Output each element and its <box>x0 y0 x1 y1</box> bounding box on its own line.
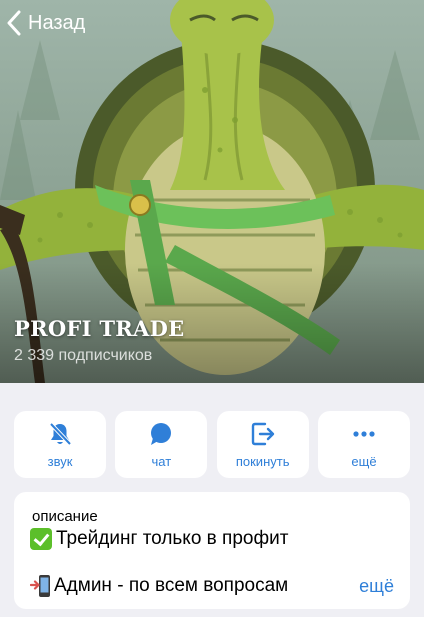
leave-icon <box>251 422 274 445</box>
leave-label: покинуть <box>235 453 290 469</box>
chat-label: чат <box>151 453 172 469</box>
description-card: описание Трейдинг только в профит Админ … <box>14 492 410 609</box>
bell-slash-icon <box>49 422 72 445</box>
more-label: ещё <box>351 453 377 469</box>
check-mark-icon <box>30 528 52 550</box>
more-button[interactable]: ещё <box>317 411 410 478</box>
subscriber-count: 2 339 подписчиков <box>14 347 153 364</box>
chat-button[interactable]: чат <box>115 411 208 478</box>
description-caption: описание <box>32 508 98 525</box>
back-label: Назад <box>28 11 86 34</box>
chat-bubble-icon <box>151 422 172 445</box>
description-line-2: Админ - по всем вопросам <box>30 574 288 598</box>
description-line-1: Трейдинг только в профит <box>30 528 288 550</box>
mute-button[interactable]: звук <box>14 411 106 478</box>
more-dots-icon <box>353 430 375 437</box>
description-line-1-text: Трейдинг только в профит <box>56 528 289 549</box>
description-more-link[interactable]: ещё <box>359 576 394 597</box>
channel-title: PROFI TRADE <box>14 316 185 341</box>
chevron-left-icon <box>7 10 21 36</box>
description-line-2-text: Админ - по всем вопросам <box>54 575 289 596</box>
action-buttons: звук чат покинуть ещё <box>14 411 410 478</box>
mute-label: звук <box>47 453 73 469</box>
leave-button[interactable]: покинуть <box>216 411 309 478</box>
back-button[interactable]: Назад <box>6 10 85 36</box>
mobile-arrow-icon <box>30 575 50 597</box>
channel-cover-image: Назад PROFI TRADE 2 339 подписчиков <box>0 0 424 383</box>
